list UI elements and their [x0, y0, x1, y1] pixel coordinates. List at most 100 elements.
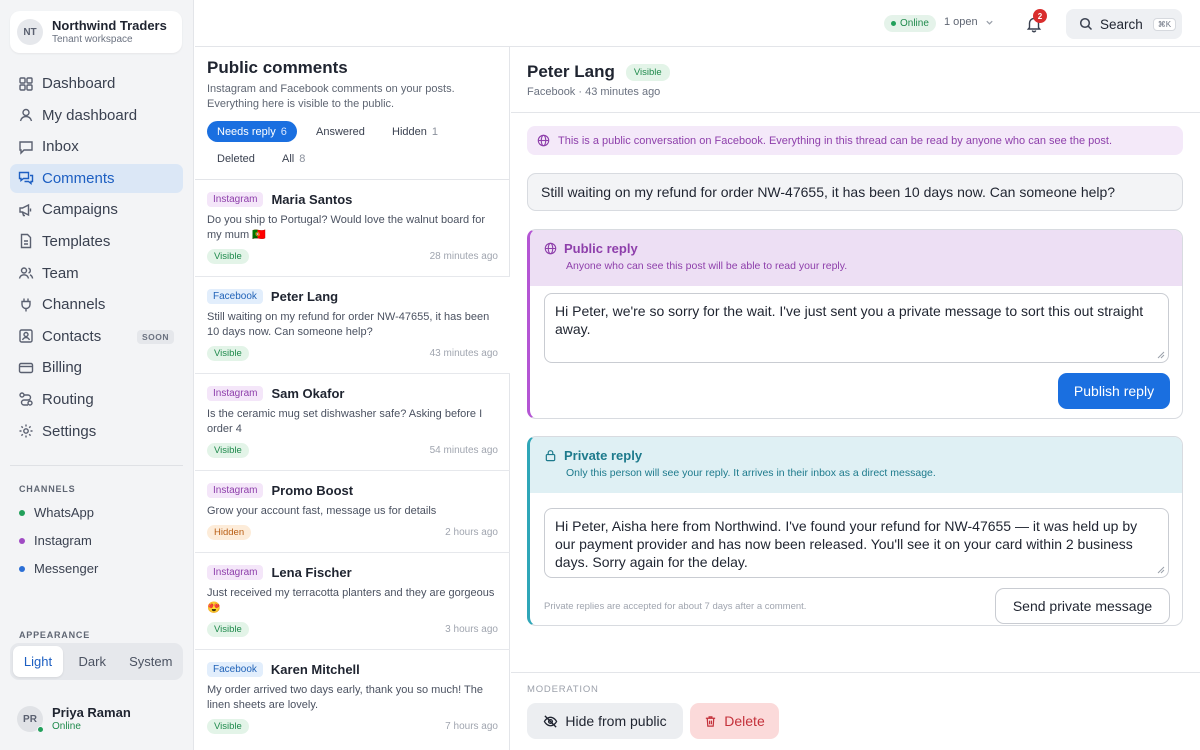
- filter-needs-reply[interactable]: Needs reply 6: [207, 121, 297, 142]
- workspace-avatar: NT: [17, 19, 43, 45]
- nav-item-inbox[interactable]: Inbox: [10, 132, 183, 161]
- nav-label: Comments: [42, 169, 115, 187]
- hide-from-public-button[interactable]: Hide from public: [527, 703, 683, 739]
- user-profile[interactable]: PR Priya Raman Online: [17, 705, 131, 733]
- channel-label: Messenger: [34, 561, 99, 576]
- timestamp: 2 hours ago: [445, 527, 498, 538]
- nav-label: Templates: [42, 232, 111, 250]
- appearance-toggle: Light Dark System: [10, 643, 183, 680]
- list-item[interactable]: Instagram Maria Santos Do you ship to Por…: [195, 180, 510, 277]
- status-badge: Visible: [207, 346, 249, 361]
- avatar-initials: PR: [23, 713, 37, 725]
- channel-instagram[interactable]: Instagram: [19, 533, 92, 548]
- appearance-dark[interactable]: Dark: [63, 646, 122, 677]
- private-reply-textarea[interactable]: Hi Peter, Aisha here from Northwind. I'v…: [544, 508, 1169, 578]
- megaphone-icon: [19, 203, 32, 217]
- filter-all[interactable]: All 8: [272, 148, 315, 169]
- channel-messenger[interactable]: Messenger: [19, 561, 98, 576]
- notifications-button[interactable]: 2: [1025, 9, 1047, 33]
- timestamp: 7 hours ago: [445, 721, 498, 732]
- timestamp: 43 minutes ago: [429, 348, 498, 359]
- private-reply-composer: Private reply Only this person will see …: [527, 436, 1183, 626]
- filter-hidden[interactable]: Hidden 1: [382, 121, 448, 142]
- grid-icon: [19, 76, 33, 91]
- nav-item-dashboard[interactable]: Dashboard: [10, 69, 183, 98]
- resize-handle-icon[interactable]: [1157, 351, 1165, 359]
- filter-label: Answered: [316, 125, 365, 138]
- nav-item-my-dashboard[interactable]: My dashboard: [10, 101, 183, 130]
- open-conversations-dropdown[interactable]: 1 open: [944, 16, 994, 28]
- appearance-heading: APPEARANCE: [19, 630, 91, 640]
- search-icon: [1079, 17, 1093, 31]
- nav-item-templates[interactable]: Templates: [10, 227, 183, 256]
- original-comment: Still waiting on my refund for order NW-…: [527, 173, 1183, 211]
- nav-item-contacts[interactable]: Contacts SOON: [10, 322, 183, 351]
- document-icon: [20, 234, 32, 249]
- channel-whatsapp[interactable]: WhatsApp: [19, 505, 94, 520]
- filter-label: Deleted: [217, 152, 255, 165]
- sidebar: NT Northwind Traders Tenant workspace Da…: [0, 0, 194, 750]
- hide-label: Hide from public: [565, 713, 667, 729]
- timestamp: 28 minutes ago: [429, 251, 498, 262]
- nav-item-campaigns[interactable]: Campaigns: [10, 195, 183, 224]
- nav-item-channels[interactable]: Channels: [10, 290, 183, 319]
- list-item[interactable]: Instagram Sam Okafor Is the ceramic mug s…: [195, 374, 510, 471]
- platform-tag: Instagram: [207, 385, 264, 401]
- nav-label: Dashboard: [42, 75, 116, 92]
- filter-deleted[interactable]: Deleted: [207, 148, 265, 169]
- author-name: Lena Fischer: [271, 564, 352, 580]
- list-item[interactable]: Facebook Peter Lang Still waiting on my r…: [195, 277, 510, 374]
- filter-count: 6: [280, 125, 287, 138]
- search-label: Search: [1100, 16, 1143, 32]
- nav-item-settings[interactable]: Settings: [10, 417, 183, 446]
- public-conversation-notice: This is a public conversation on Faceboo…: [527, 126, 1183, 155]
- status-badge: Visible: [207, 719, 249, 734]
- comments-list-panel: Public comments Instagram and Facebook c…: [195, 47, 510, 750]
- nav-item-routing[interactable]: Routing: [10, 385, 183, 414]
- workspace-switcher[interactable]: NT Northwind Traders Tenant workspace: [10, 11, 182, 53]
- eye-off-icon: [544, 714, 558, 728]
- comments-icon: [18, 172, 34, 186]
- private-reply-subtitle: Only this person will see your reply. It…: [566, 467, 936, 479]
- search-button[interactable]: Search ⌘K: [1066, 9, 1182, 39]
- lock-icon: [545, 450, 556, 462]
- delete-button[interactable]: Delete: [690, 703, 779, 739]
- send-private-message-button[interactable]: Send private message: [995, 588, 1170, 624]
- appearance-light[interactable]: Light: [13, 646, 63, 677]
- author-name: Peter Lang: [270, 288, 339, 304]
- list-item[interactable]: Facebook Karen Mitchell My order arrived …: [195, 650, 510, 750]
- filter-label: All: [282, 152, 295, 165]
- card-icon: [18, 362, 34, 374]
- nav-label: Campaigns: [42, 201, 118, 219]
- moderation-divider: [511, 672, 1200, 673]
- nav-label: Routing: [42, 390, 94, 408]
- filter-count: 1: [431, 125, 438, 138]
- publish-reply-button[interactable]: Publish reply: [1058, 373, 1170, 409]
- list-item[interactable]: Instagram Promo Boost Grow your account f…: [195, 471, 510, 553]
- comment-detail-panel: Peter Lang Visible Facebook · 43 minutes…: [511, 47, 1200, 750]
- platform-tag: Instagram: [207, 482, 264, 498]
- user-icon: [19, 108, 33, 122]
- private-reply-text: Hi Peter, Aisha here from Northwind. I'v…: [555, 518, 1138, 570]
- online-status-badge[interactable]: Online: [884, 15, 936, 32]
- list-item[interactable]: Instagram Lena Fischer Just received my t…: [195, 553, 510, 650]
- nav-item-team[interactable]: Team: [10, 259, 183, 288]
- public-reply-text: Hi Peter, we're so sorry for the wait. I…: [555, 303, 1144, 337]
- nav-item-billing[interactable]: Billing: [10, 353, 183, 382]
- public-reply-textarea[interactable]: Hi Peter, we're so sorry for the wait. I…: [544, 293, 1169, 363]
- filter-answered[interactable]: Answered: [306, 121, 375, 142]
- chat-icon: [19, 140, 33, 155]
- filter-label: Needs reply: [217, 125, 276, 138]
- status-badge: Hidden: [207, 525, 252, 540]
- appearance-system[interactable]: System: [122, 646, 181, 677]
- detail-author-name: Peter Lang: [527, 62, 615, 81]
- author-name: Sam Okafor: [271, 385, 345, 401]
- user-status: Online: [52, 721, 81, 732]
- resize-handle-icon[interactable]: [1157, 566, 1165, 574]
- nav-item-comments[interactable]: Comments: [10, 163, 183, 193]
- platform-tag: Instagram: [207, 191, 264, 207]
- search-shortcut: ⌘K: [1152, 17, 1177, 31]
- instagram-dot: [19, 537, 25, 544]
- chevron-down-icon: [986, 20, 993, 25]
- channel-label: Instagram: [34, 533, 92, 548]
